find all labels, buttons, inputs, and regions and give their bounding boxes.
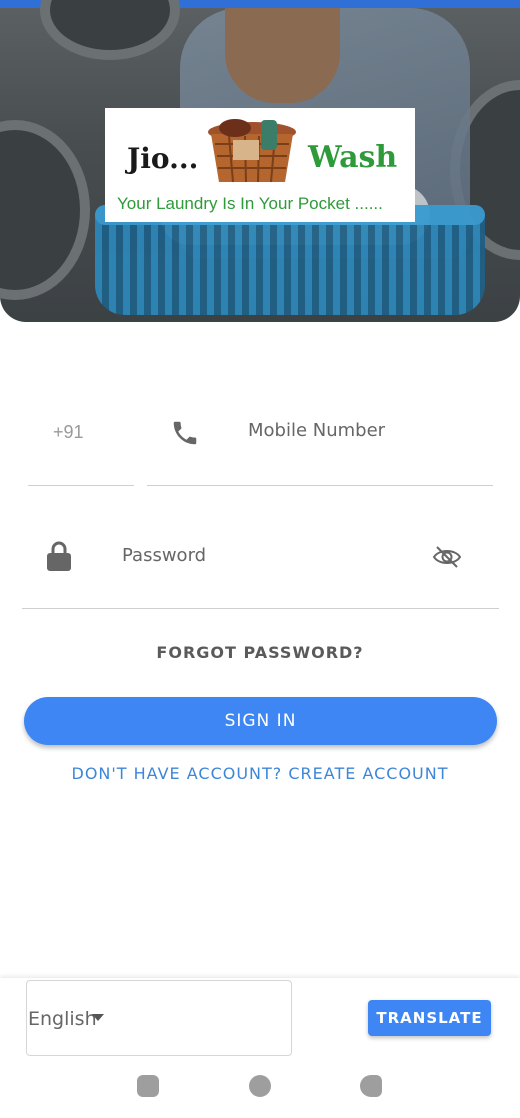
mobile-number-input[interactable] bbox=[248, 420, 478, 441]
basket-icon bbox=[208, 119, 296, 183]
country-code[interactable]: +91 bbox=[53, 422, 84, 443]
caret-down-icon[interactable] bbox=[92, 1014, 104, 1021]
hero-hair bbox=[225, 8, 340, 103]
password-underline bbox=[22, 608, 499, 609]
language-select-value[interactable]: English bbox=[28, 1008, 97, 1030]
forgot-password-link[interactable]: FORGOT PASSWORD? bbox=[0, 643, 520, 662]
nav-back-button[interactable] bbox=[360, 1075, 382, 1097]
country-code-underline bbox=[28, 485, 134, 486]
sign-in-button[interactable]: SIGN IN bbox=[24, 697, 497, 745]
washer-top bbox=[40, 0, 180, 60]
nav-recent-apps-button[interactable] bbox=[137, 1075, 159, 1097]
create-account-link[interactable]: DON'T HAVE ACCOUNT? CREATE ACCOUNT bbox=[0, 764, 520, 783]
phone-icon bbox=[173, 421, 197, 445]
logo-brand-left: Jio... bbox=[127, 142, 199, 175]
nav-home-button[interactable] bbox=[249, 1075, 271, 1097]
translate-button[interactable]: TRANSLATE bbox=[368, 1000, 491, 1036]
lock-icon bbox=[47, 541, 71, 571]
eye-off-icon[interactable] bbox=[432, 544, 462, 570]
logo-brand-right: Wash bbox=[308, 140, 398, 175]
logo-tagline: Your Laundry Is In Your Pocket ...... bbox=[117, 194, 383, 213]
password-input[interactable] bbox=[122, 545, 402, 566]
mobile-number-underline bbox=[147, 485, 493, 486]
washer-left bbox=[0, 120, 90, 300]
app-logo: Jio... Wash Your Laundry Is In Your Pock… bbox=[105, 108, 415, 222]
